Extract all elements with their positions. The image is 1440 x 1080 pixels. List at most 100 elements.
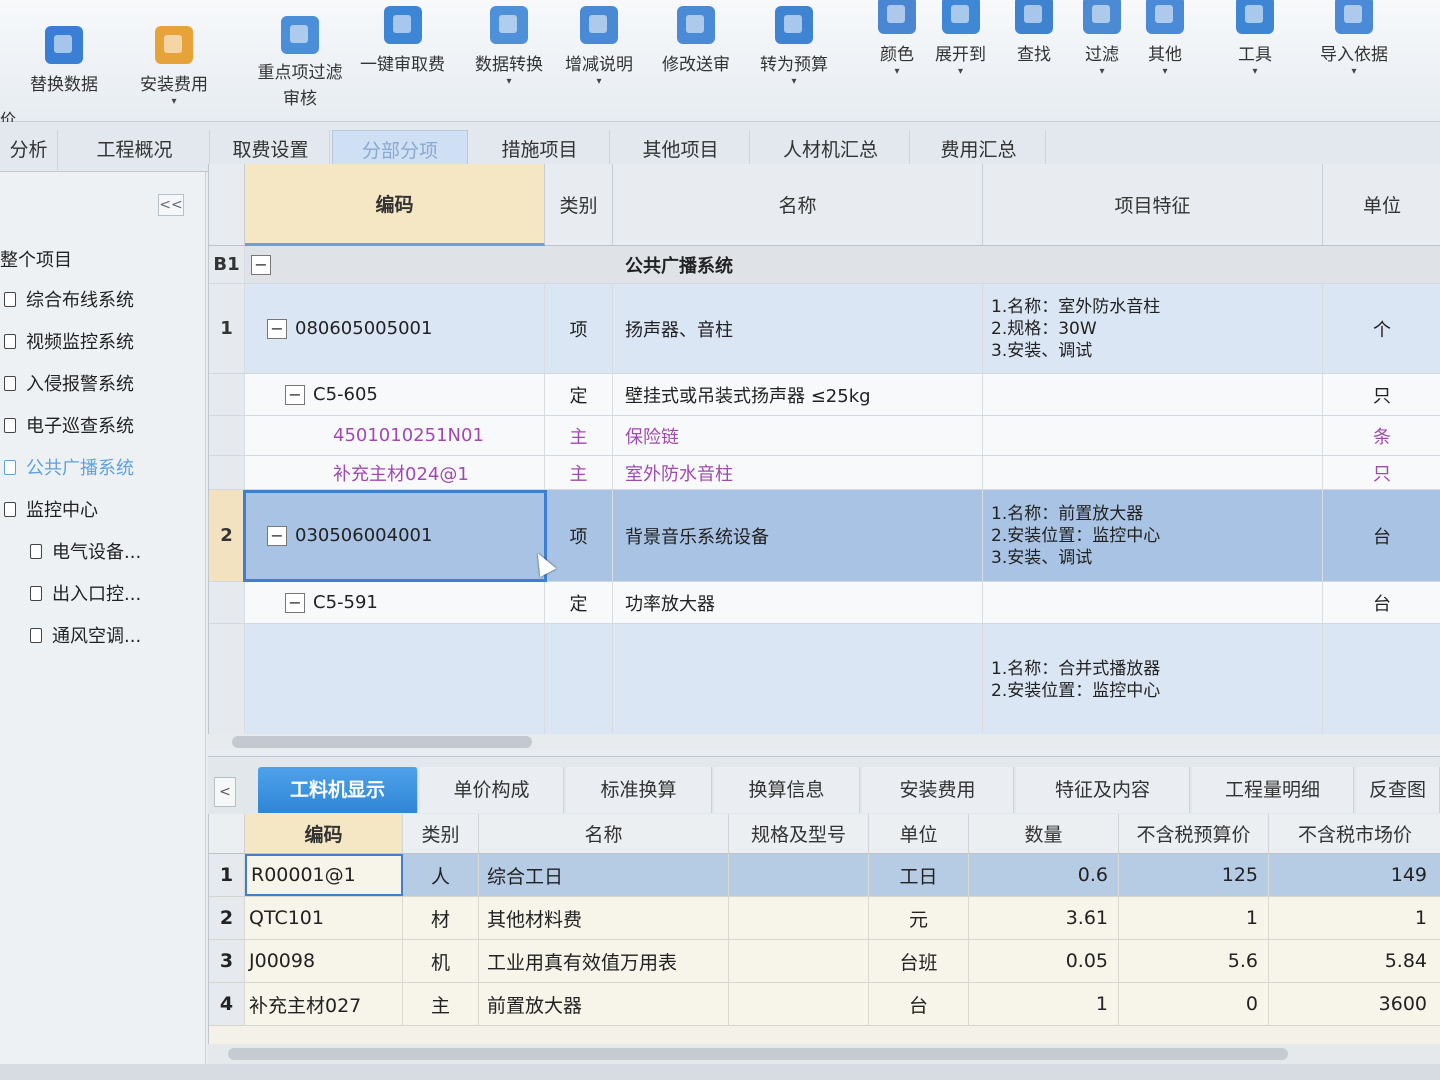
collapse-minus-icon[interactable]: −	[267, 318, 287, 339]
detail-tab-4[interactable]: 安装费用	[862, 767, 1014, 813]
replace-data-icon	[45, 26, 83, 64]
rgrid-header-name[interactable]: 名称	[479, 814, 729, 854]
item-code-cell[interactable]: −080605005001	[245, 284, 545, 373]
ribbon-button-1[interactable]: 安装费用 ▾	[140, 26, 208, 107]
collapse-minus-icon[interactable]: −	[285, 384, 305, 405]
tree-item-5[interactable]: 监控中心	[4, 496, 98, 522]
resource-horizontal-scrollbar[interactable]	[208, 1044, 1440, 1064]
tree-item-3[interactable]: 电子巡查系统	[4, 412, 134, 438]
ribbon-button-2[interactable]: 重点项过滤审核	[255, 16, 345, 112]
tree-item-7[interactable]: 出入口控...	[30, 580, 141, 606]
collapse-minus-icon[interactable]: −	[251, 254, 271, 275]
grid-row[interactable]: 补充主材024@1 主室外防水音柱 只	[209, 456, 1440, 490]
item-code-cell[interactable]: 补充主材024@1	[245, 456, 545, 489]
rgrid-header-type[interactable]: 类别	[403, 814, 479, 854]
resource-qty[interactable]: 3.61	[969, 897, 1119, 939]
grid-row[interactable]: 4501010251N01 主保险链 条	[209, 416, 1440, 456]
grid-header-code[interactable]: 编码	[245, 164, 545, 246]
rgrid-header-code[interactable]: 编码	[245, 814, 403, 854]
tab-scroll-left-icon[interactable]: <	[214, 777, 236, 807]
tree-item-1[interactable]: 视频监控系统	[4, 328, 134, 354]
scrollbar-thumb[interactable]	[232, 736, 532, 748]
rgrid-header-unit[interactable]: 单位	[869, 814, 969, 854]
detail-tab-1[interactable]: 单价构成	[420, 767, 564, 813]
item-unit: 台	[1373, 526, 1391, 548]
ribbon-button-7[interactable]: 转为预算 ▾	[760, 6, 828, 87]
item-features: 1.名称：合并式播放器 2.安装位置：监控中心	[983, 624, 1323, 735]
item-name: 保险链	[613, 416, 983, 455]
tree-root[interactable]: 整个项目	[0, 246, 72, 272]
detail-tab-2[interactable]: 标准换算	[566, 767, 712, 813]
grid-row[interactable]: 1−080605005001 项扬声器、音柱 1.名称：室外防水音柱 2.规格：30W…	[209, 284, 1440, 374]
resource-qty[interactable]: 0.6	[969, 854, 1119, 896]
item-code-cell[interactable]: −030506004001	[245, 490, 545, 581]
grid-header-features[interactable]: 项目特征	[983, 164, 1323, 246]
tree-item-4[interactable]: 公共广播系统	[4, 454, 134, 480]
tree-item-6[interactable]: 电气设备...	[30, 538, 141, 564]
detail-tab-6[interactable]: 工程量明细	[1192, 767, 1354, 813]
item-code-cell[interactable]: − C5-605	[245, 374, 545, 415]
rgrid-header-budget-price[interactable]: 不含税预算价	[1119, 814, 1269, 854]
resource-row[interactable]: 4 补充主材027 主前置放大器 台 1 0 3600	[209, 983, 1440, 1026]
main-tab-0[interactable]: 分析	[0, 130, 58, 170]
ribbon-button-0[interactable]: 替换数据	[30, 26, 98, 95]
ribbon-button-11[interactable]: 过滤 ▾	[1083, 0, 1121, 77]
rgrid-header-market-price[interactable]: 不含税市场价	[1269, 814, 1440, 854]
tree-item-2[interactable]: 入侵报警系统	[4, 370, 134, 396]
detail-tab-5[interactable]: 特征及内容	[1016, 767, 1190, 813]
resource-qty[interactable]: 1	[969, 983, 1119, 1025]
rgrid-header-spec[interactable]: 规格及型号	[729, 814, 869, 854]
tree-item-0[interactable]: 综合布线系统	[4, 286, 134, 312]
ribbon-button-12[interactable]: 其他 ▾	[1146, 0, 1184, 77]
ribbon-button-label: 转为预算	[760, 55, 828, 75]
resource-row[interactable]: 2 QTC101 材其他材料费元 3.61 1 1	[209, 897, 1440, 940]
grid-header-name[interactable]: 名称	[613, 164, 983, 246]
resource-row[interactable]: 1 R00001@1 人综合工日 工日 0.6 125 149	[209, 854, 1440, 897]
ribbon-button-14[interactable]: 导入依据 ▾	[1320, 0, 1388, 77]
grid-row[interactable]: − C5-605 定壁挂式或吊装式扬声器 ≤25kg 只	[209, 374, 1440, 416]
resource-market-price[interactable]: 3600	[1269, 983, 1440, 1025]
grid-header-type[interactable]: 类别	[545, 164, 613, 246]
ribbon-button-13[interactable]: 工具 ▾	[1236, 0, 1274, 77]
item-code-cell[interactable]: − C5-591	[245, 582, 545, 623]
main-tab-1[interactable]: 工程概况	[60, 130, 210, 170]
item-code-cell[interactable]	[245, 624, 545, 735]
feature-line: 3.安装、调试	[991, 340, 1093, 361]
grid-row[interactable]: − C5-591 定功率放大器台	[209, 582, 1440, 624]
ribbon-button-4[interactable]: 数据转换 ▾	[475, 6, 543, 87]
tree-item-label: 入侵报警系统	[26, 374, 134, 395]
collapse-minus-icon[interactable]: −	[267, 525, 287, 546]
resource-market-price[interactable]: 5.84	[1269, 940, 1440, 982]
ribbon-button-5[interactable]: 增减说明 ▾	[565, 6, 633, 87]
modify-submit-icon	[677, 6, 715, 44]
collapse-sidebar-button[interactable]: <<	[158, 194, 184, 216]
rgrid-header-rownum	[209, 814, 245, 854]
collapse-minus-icon[interactable]: −	[285, 592, 305, 613]
item-type	[545, 624, 613, 735]
dropdown-arrow-icon: ▾	[1099, 66, 1105, 77]
grid-row[interactable]: 1.名称：合并式播放器 2.安装位置：监控中心	[209, 624, 1440, 736]
detail-tab-3[interactable]: 换算信息	[714, 767, 860, 813]
ribbon-button-label: 增减说明	[565, 55, 633, 75]
detail-tab-7[interactable]: 反查图	[1356, 767, 1440, 813]
scrollbar-thumb[interactable]	[228, 1048, 1288, 1060]
resource-qty[interactable]: 0.05	[969, 940, 1119, 982]
ribbon-button-8[interactable]: 颜色 ▾	[878, 0, 916, 77]
ribbon-button-10[interactable]: 查找	[1015, 0, 1053, 65]
detail-tab-0[interactable]: 工料机显示	[258, 767, 418, 813]
resource-market-price[interactable]: 149	[1269, 854, 1440, 896]
section-row[interactable]: B1 − 公共广播系统	[209, 246, 1440, 284]
ribbon-button-3[interactable]: 一键审取费	[360, 6, 445, 75]
item-code-cell[interactable]: 4501010251N01	[245, 416, 545, 455]
grid-row[interactable]: 2−030506004001 项背景音乐系统设备 1.名称：前置放大器 2.安装位置：…	[209, 490, 1440, 582]
grid-horizontal-scrollbar[interactable]	[208, 734, 1440, 750]
item-type: 项	[545, 284, 613, 373]
ribbon-button-9[interactable]: 展开到 ▾	[935, 0, 986, 77]
grid-header-unit[interactable]: 单位	[1323, 164, 1440, 246]
ribbon-button-6[interactable]: 修改送审	[662, 6, 730, 75]
rgrid-header-qty[interactable]: 数量	[969, 814, 1119, 854]
tree-item-8[interactable]: 通风空调...	[30, 622, 141, 648]
resource-market-price[interactable]: 1	[1269, 897, 1440, 939]
ribbon-button-label: 一键审取费	[360, 55, 445, 75]
resource-row[interactable]: 3 J00098 机工业用真有效值万用表 台班 0.05 5.6 5.84	[209, 940, 1440, 983]
